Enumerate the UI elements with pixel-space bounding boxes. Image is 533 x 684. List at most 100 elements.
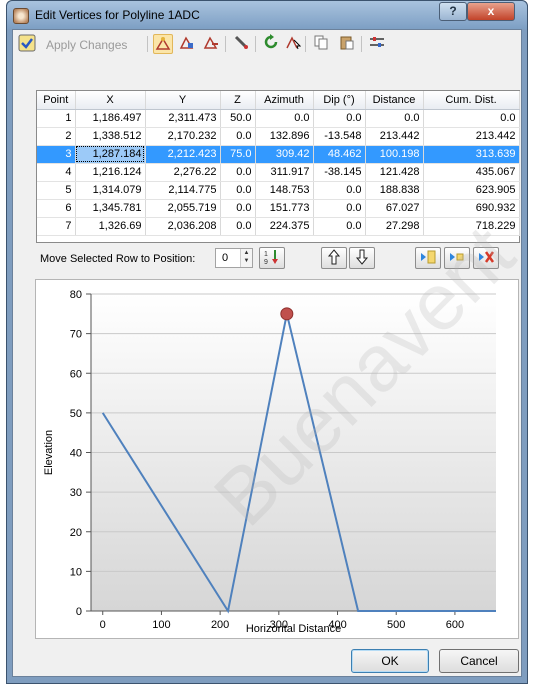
- col-header-y[interactable]: Y: [145, 91, 221, 110]
- delete-row-button[interactable]: [473, 247, 499, 269]
- cell[interactable]: 623.905: [423, 181, 520, 200]
- cell[interactable]: 7: [37, 217, 76, 236]
- cell[interactable]: 0.0: [220, 127, 256, 146]
- cell[interactable]: 2: [37, 127, 76, 146]
- cell[interactable]: 1,345.781: [75, 199, 146, 218]
- table-row[interactable]: 7 1,326.69 2,036.208 0.0 224.375 0.0 27.298 718…: [37, 217, 520, 236]
- cell[interactable]: 1: [37, 109, 76, 128]
- sort-button[interactable]: 19: [259, 247, 285, 269]
- ok-button[interactable]: OK: [351, 649, 429, 673]
- table-row[interactable]: 5 1,314.079 2,114.775 0.0 148.753 0.0 188.838 6…: [37, 181, 520, 200]
- pick-tool-icon[interactable]: [231, 34, 251, 54]
- cell[interactable]: 313.639: [423, 145, 520, 164]
- position-spinner[interactable]: 0 ▲ ▼: [215, 248, 253, 268]
- cell[interactable]: 6: [37, 199, 76, 218]
- col-header-cum-dist[interactable]: Cum. Dist.: [423, 91, 520, 110]
- cell[interactable]: 2,055.719: [145, 199, 221, 218]
- position-value[interactable]: 0: [222, 252, 228, 264]
- cell[interactable]: 1,216.124: [75, 163, 146, 182]
- edit-vertices-icon[interactable]: [153, 34, 173, 54]
- cell[interactable]: 100.198: [365, 145, 424, 164]
- table-row[interactable]: 1 1,186.497 2,311.473 50.0 0.0 0.0 0.0 0.0: [37, 109, 520, 128]
- cell[interactable]: 224.375: [255, 217, 314, 236]
- append-row-button[interactable]: [444, 247, 470, 269]
- col-header-dip[interactable]: Dip (°): [313, 91, 366, 110]
- delete-vertex-icon[interactable]: [201, 34, 221, 54]
- cell[interactable]: 121.428: [365, 163, 424, 182]
- cell[interactable]: 0.0: [220, 181, 256, 200]
- col-header-x[interactable]: X: [75, 91, 146, 110]
- cell[interactable]: -38.145: [313, 163, 366, 182]
- cell[interactable]: 0.0: [313, 181, 366, 200]
- copy-icon[interactable]: [311, 34, 331, 54]
- apply-changes-button[interactable]: Apply Changes: [46, 38, 127, 52]
- table-row-selected[interactable]: 3 1,287.184 2,212.423 75.0 309.42 48.462 100.1…: [37, 145, 520, 164]
- apply-changes-icon[interactable]: [17, 34, 37, 54]
- cell[interactable]: 309.42: [255, 145, 314, 164]
- cell[interactable]: 5: [37, 181, 76, 200]
- close-button[interactable]: x: [467, 2, 515, 21]
- cell[interactable]: 213.442: [423, 127, 520, 146]
- vertices-grid[interactable]: Point X Y Z Azimuth Dip (°) Distance Cum…: [36, 90, 520, 243]
- cell[interactable]: 3: [37, 145, 76, 164]
- reverse-direction-icon[interactable]: [261, 34, 281, 54]
- move-up-button[interactable]: [321, 247, 347, 269]
- cell[interactable]: 2,036.208: [145, 217, 221, 236]
- cell[interactable]: 0.0: [365, 109, 424, 128]
- cell[interactable]: 67.027: [365, 199, 424, 218]
- cancel-button[interactable]: Cancel: [439, 649, 519, 673]
- col-header-azimuth[interactable]: Azimuth: [255, 91, 314, 110]
- cell[interactable]: 0.0: [313, 217, 366, 236]
- cell[interactable]: 50.0: [220, 109, 256, 128]
- cell[interactable]: 690.932: [423, 199, 520, 218]
- cell[interactable]: 1,314.079: [75, 181, 146, 200]
- table-row[interactable]: 4 1,216.124 2,276.22 0.0 311.917 -38.145 121.4…: [37, 163, 520, 182]
- cell[interactable]: 1,326.69: [75, 217, 146, 236]
- cell[interactable]: 132.896: [255, 127, 314, 146]
- profile-chart[interactable]: 0 10 20 30 40 50 60 70 80 0 100 200 300 400 500 600 Hor…: [35, 279, 519, 639]
- cell[interactable]: 151.773: [255, 199, 314, 218]
- cell-focused[interactable]: 1,287.184: [75, 145, 146, 164]
- help-button[interactable]: ?: [439, 2, 467, 21]
- cell[interactable]: 213.442: [365, 127, 424, 146]
- cell[interactable]: 48.462: [313, 145, 366, 164]
- cell[interactable]: 1,338.512: [75, 127, 146, 146]
- title-bar[interactable]: Edit Vertices for Polyline 1ADC ? x: [7, 1, 527, 29]
- cell[interactable]: 148.753: [255, 181, 314, 200]
- spinner-arrows-icon[interactable]: ▲ ▼: [240, 249, 252, 267]
- select-points-icon[interactable]: [283, 34, 303, 54]
- cell[interactable]: 1,186.497: [75, 109, 146, 128]
- settings-icon[interactable]: [367, 34, 387, 54]
- cell[interactable]: 0.0: [255, 109, 314, 128]
- cell[interactable]: 2,212.423: [145, 145, 221, 164]
- table-row[interactable]: 6 1,345.781 2,055.719 0.0 151.773 0.0 67.027 69…: [37, 199, 520, 218]
- cell[interactable]: 0.0: [313, 199, 366, 218]
- cell[interactable]: 2,114.775: [145, 181, 221, 200]
- cell[interactable]: 0.0: [423, 109, 520, 128]
- cell[interactable]: 0.0: [220, 199, 256, 218]
- cell[interactable]: 4: [37, 163, 76, 182]
- cell[interactable]: 188.838: [365, 181, 424, 200]
- col-header-z[interactable]: Z: [220, 91, 256, 110]
- insert-row-button[interactable]: [415, 247, 441, 269]
- cell[interactable]: 0.0: [220, 217, 256, 236]
- cell[interactable]: 27.298: [365, 217, 424, 236]
- table-row[interactable]: 2 1,338.512 2,170.232 0.0 132.896 -13.548 213.…: [37, 127, 520, 146]
- cell[interactable]: 311.917: [255, 163, 314, 182]
- col-header-distance[interactable]: Distance: [365, 91, 424, 110]
- cell[interactable]: 718.229: [423, 217, 520, 236]
- insert-row-icon: [421, 250, 436, 264]
- cell[interactable]: 2,276.22: [145, 163, 221, 182]
- insert-vertex-icon[interactable]: [177, 34, 197, 54]
- x-tick-label: 200: [211, 619, 229, 631]
- cell[interactable]: -13.548: [313, 127, 366, 146]
- cell[interactable]: 2,170.232: [145, 127, 221, 146]
- paste-icon[interactable]: [337, 34, 357, 54]
- col-header-point[interactable]: Point: [37, 91, 76, 110]
- cell[interactable]: 2,311.473: [145, 109, 221, 128]
- move-down-button[interactable]: [349, 247, 375, 269]
- cell[interactable]: 435.067: [423, 163, 520, 182]
- cell[interactable]: 0.0: [220, 163, 256, 182]
- cell[interactable]: 0.0: [313, 109, 366, 128]
- cell[interactable]: 75.0: [220, 145, 256, 164]
